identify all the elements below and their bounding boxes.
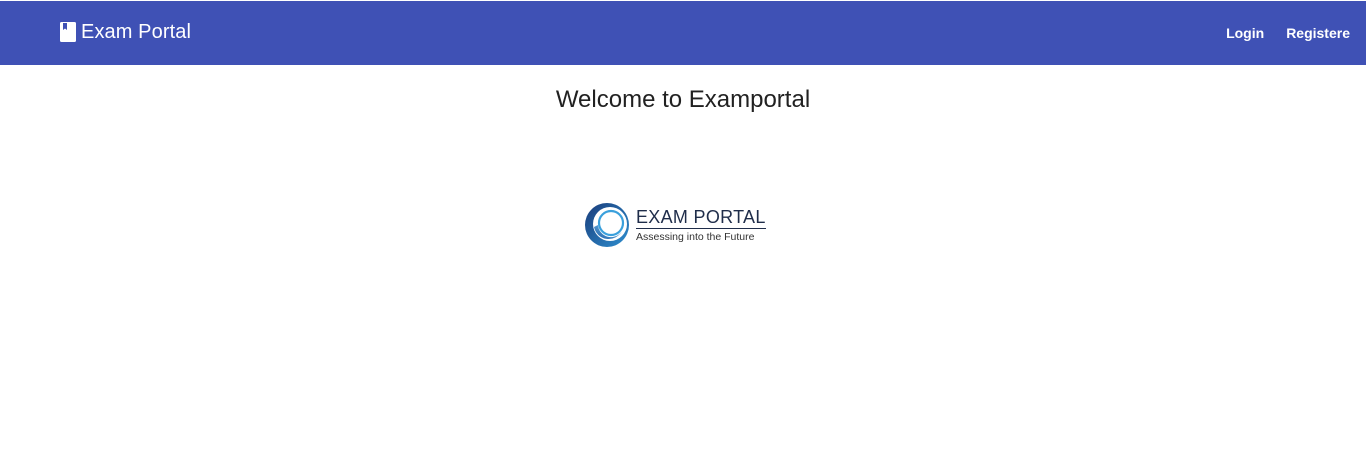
brand-title: Exam Portal <box>81 21 192 43</box>
top-navbar: Exam Portal Login Registere <box>0 0 1366 65</box>
brand-home-link[interactable]: Exam Portal <box>60 21 191 44</box>
exam-portal-logo: EXAM PORTAL Assessing into the Future <box>584 200 770 250</box>
book-icon <box>60 21 76 44</box>
logo-tagline: Assessing into the Future <box>636 230 755 243</box>
logo-title: EXAM PORTAL <box>636 206 766 229</box>
nav-links: Login Registere <box>1215 1 1350 65</box>
logo-text: EXAM PORTAL Assessing into the Future <box>636 207 766 244</box>
swirl-logo-icon <box>584 201 632 249</box>
page-title: Welcome to Examportal <box>555 86 811 113</box>
register-link[interactable]: Registere <box>1275 15 1350 51</box>
login-link[interactable]: Login <box>1215 15 1275 51</box>
